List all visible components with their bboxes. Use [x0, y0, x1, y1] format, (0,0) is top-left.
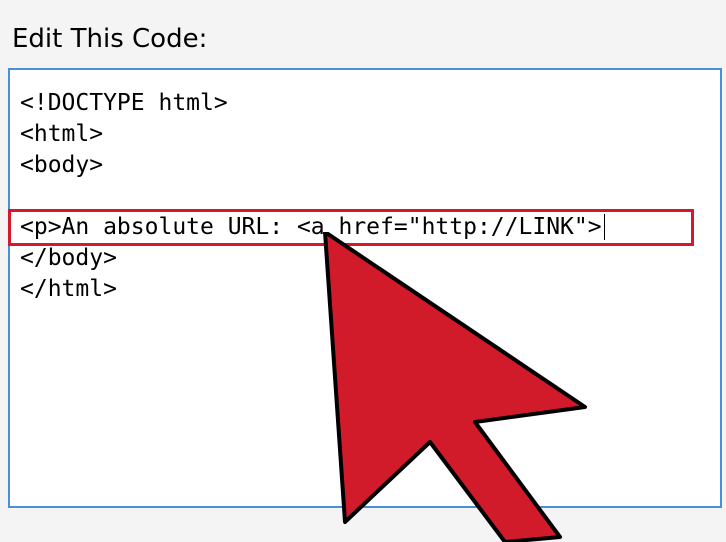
text-caret-icon — [604, 214, 605, 240]
page-title: Edit This Code: — [0, 0, 726, 68]
code-line-2: <html> — [20, 119, 710, 150]
code-editor[interactable]: <!DOCTYPE html> <html> <body> <p>An abso… — [8, 68, 722, 508]
code-line-6: </body> — [20, 243, 710, 274]
code-line-3: <body> — [20, 150, 710, 181]
code-line-5: <p>An absolute URL: <a href="http://LINK… — [20, 214, 602, 240]
code-line-7: </html> — [20, 274, 710, 305]
code-line-1: <!DOCTYPE html> — [20, 88, 710, 119]
blank-line — [20, 181, 710, 212]
